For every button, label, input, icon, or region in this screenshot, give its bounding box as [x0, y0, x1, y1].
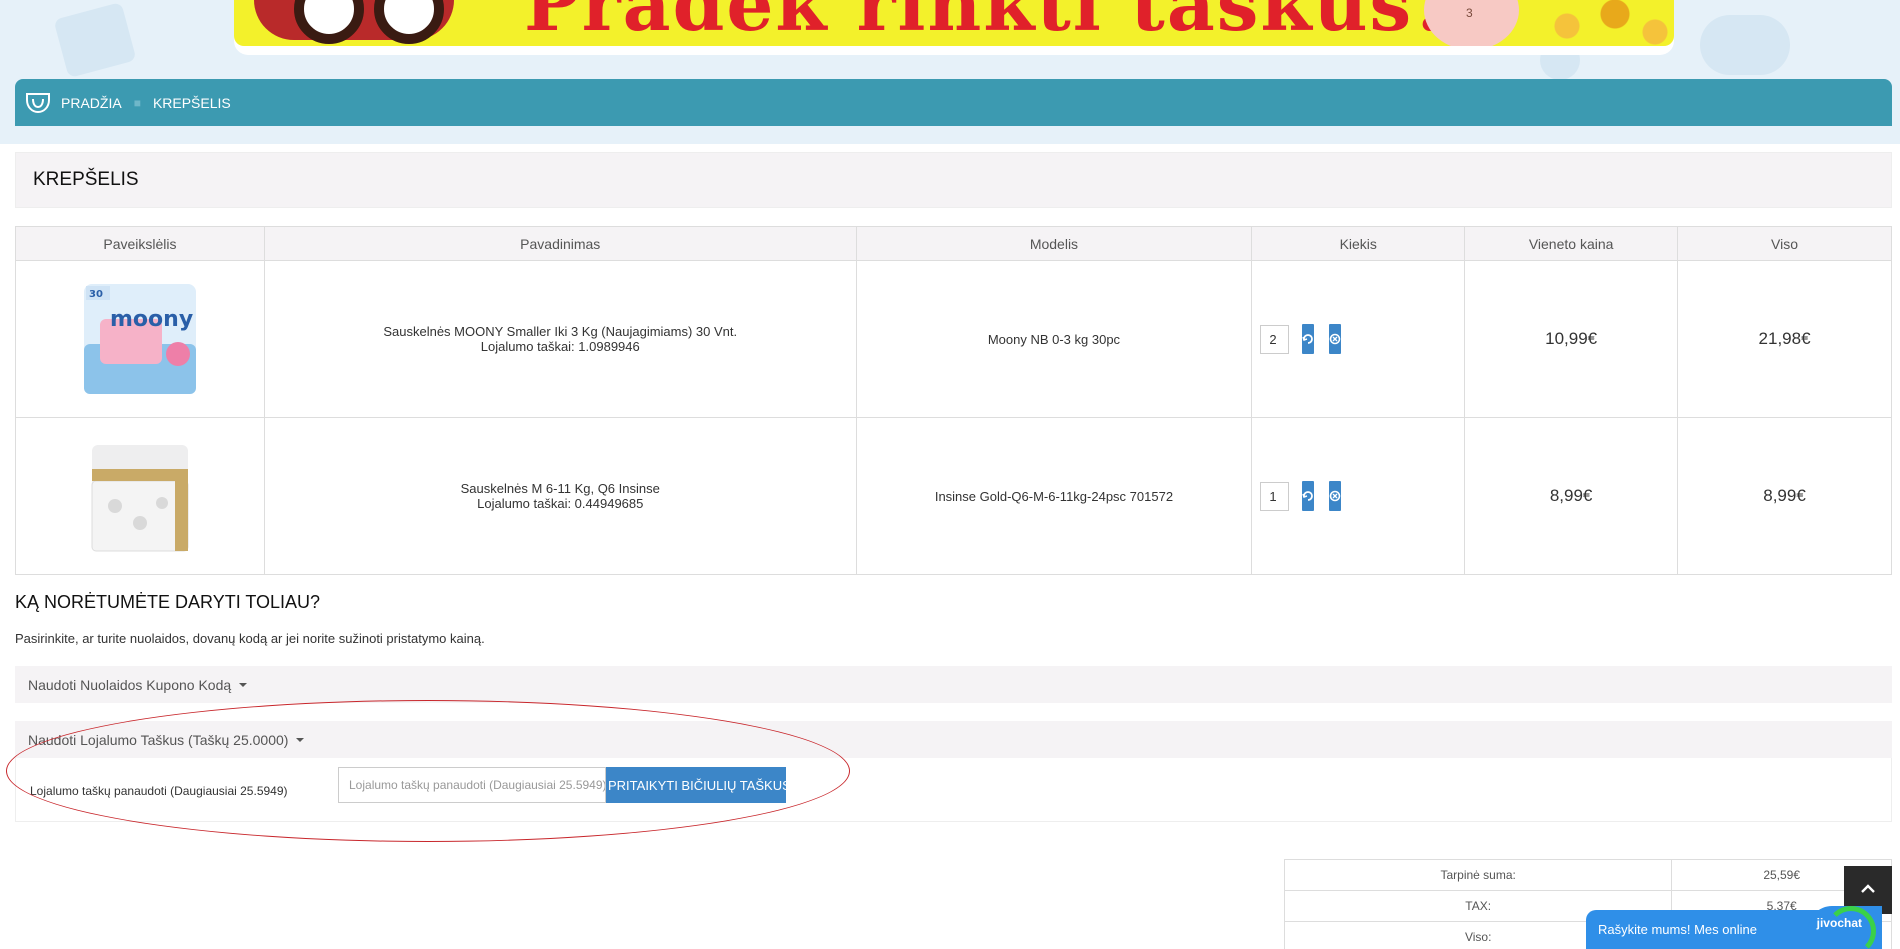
unit-price: 8,99€: [1464, 417, 1679, 575]
refresh-icon: [1302, 491, 1313, 501]
table-row: 30 moony Sauskelnės MOONY Smaller Iki 3 …: [15, 260, 1892, 418]
breadcrumb-separator-icon: ■: [133, 95, 141, 110]
loyalty-panel: Lojalumo taškų panaudoti (Daugiausiai 25…: [15, 758, 1892, 822]
loyalty-accordion-toggle[interactable]: Naudoti Lojalumo Taškus (Taškų 25.0000): [15, 721, 1892, 758]
background-decoration: [1700, 15, 1790, 75]
line-total: 8,99€: [1677, 417, 1892, 575]
product-image-insinse[interactable]: [70, 431, 210, 561]
next-steps-title: KĄ NORĖTUMĖTE DARYTI TOLIAU?: [15, 592, 321, 612]
banner-title: Pradėk rinkti taškus!: [524, 0, 1448, 46]
apply-loyalty-points-button[interactable]: PRITAIKYTI BIČIULIŲ TAŠKUS: [606, 767, 786, 803]
breadcrumb: PRADŽIA ■ KREPŠELIS: [15, 79, 1892, 126]
livechat-brand: jivochat: [1816, 916, 1862, 930]
product-name-link[interactable]: Sauskelnės MOONY Smaller Iki 3 Kg (Nauja…: [265, 324, 856, 339]
chevron-up-icon: [1861, 884, 1875, 893]
diaper-icon: [26, 92, 50, 113]
piggy-bank-image: 3: [1424, 0, 1519, 46]
remove-icon: [1329, 333, 1340, 345]
piggy-bank-number: 3: [1466, 6, 1473, 20]
product-name-cell: Sauskelnės MOONY Smaller Iki 3 Kg (Nauja…: [263, 260, 857, 418]
loyalty-points-text: Lojalumo taškai: 1.0989946: [480, 339, 640, 354]
loyalty-accordion-label: Naudoti Lojalumo Taškus (Taškų 25.0000): [28, 731, 289, 748]
promo-banner[interactable]: Pradėk rinkti taškus! 3: [234, 0, 1674, 55]
remove-icon: [1329, 490, 1340, 502]
quantity-input[interactable]: [1260, 481, 1290, 511]
livechat-text: Rašykite mums! Mes online: [1598, 922, 1757, 937]
unit-price: 10,99€: [1464, 260, 1679, 418]
quantity-cell: [1251, 260, 1466, 418]
totals-label: Tarpinė suma:: [1283, 859, 1673, 891]
update-quantity-button[interactable]: [1301, 481, 1314, 511]
product-image-cell: [15, 417, 265, 575]
product-image-cell: 30 moony: [15, 260, 265, 418]
product-name-link[interactable]: Sauskelnės M 6-11 Kg, Q6 Insinse: [265, 481, 856, 496]
main-content: KREPŠELIS Paveikslėlis Pavadinimas Model…: [0, 144, 1900, 949]
table-row: Sauskelnės M 6-11 Kg, Q6 Insinse Lojalum…: [15, 417, 1892, 575]
refresh-icon: [1302, 334, 1313, 344]
line-total: 21,98€: [1677, 260, 1892, 418]
cart-header: KREPŠELIS: [15, 152, 1892, 208]
next-steps-description: Pasirinkite, ar turite nuolaidos, dovanų…: [15, 631, 485, 646]
column-header-image: Paveikslėlis: [15, 226, 265, 261]
loyalty-points-input[interactable]: [338, 767, 606, 803]
remove-item-button[interactable]: [1328, 481, 1341, 511]
breadcrumb-current-link[interactable]: KREPŠELIS: [153, 95, 231, 111]
totals-row: Tarpinė suma: 25,59€: [1283, 859, 1892, 891]
remove-item-button[interactable]: [1328, 324, 1341, 354]
svg-text:30: 30: [89, 289, 103, 300]
coupon-accordion-toggle[interactable]: Naudoti Nuolaidos Kupono Kodą: [15, 666, 1892, 703]
page-title: KREPŠELIS: [33, 169, 139, 190]
breadcrumb-home-link[interactable]: PRADŽIA: [61, 95, 122, 111]
cart-table: Paveikslėlis Pavadinimas Modelis Kiekis …: [15, 226, 1892, 575]
column-header-unit-price: Vieneto kaina: [1464, 226, 1679, 261]
product-name-cell: Sauskelnės M 6-11 Kg, Q6 Insinse Lojalum…: [263, 417, 857, 575]
loyalty-field-label: Lojalumo taškų panaudoti (Daugiausiai 25…: [30, 784, 288, 798]
product-model: Insinse Gold-Q6-M-6-11kg-24psc 701572: [855, 417, 1253, 575]
coins-image: [1519, 0, 1674, 46]
background-decoration: [53, 1, 137, 79]
caret-down-icon: [239, 682, 248, 687]
product-model: Moony NB 0-3 kg 30pc: [855, 260, 1253, 418]
product-image-moony[interactable]: 30 moony: [70, 274, 210, 404]
caret-down-icon: [296, 737, 305, 742]
update-quantity-button[interactable]: [1301, 324, 1314, 354]
loyalty-points-text: Lojalumo taškai: 0.44949685: [477, 496, 644, 511]
svg-text:moony: moony: [110, 307, 193, 332]
column-header-total: Viso: [1677, 226, 1892, 261]
livechat-widget[interactable]: Rašykite mums! Mes online jivochat: [1586, 906, 1882, 949]
coupon-accordion-label: Naudoti Nuolaidos Kupono Kodą: [28, 676, 232, 693]
column-header-name: Pavadinimas: [263, 226, 857, 261]
quantity-cell: [1251, 417, 1466, 575]
column-header-model: Modelis: [855, 226, 1253, 261]
jivochat-logo: jivochat: [1808, 906, 1882, 949]
column-header-quantity: Kiekis: [1251, 226, 1466, 261]
quantity-input[interactable]: [1260, 324, 1290, 354]
